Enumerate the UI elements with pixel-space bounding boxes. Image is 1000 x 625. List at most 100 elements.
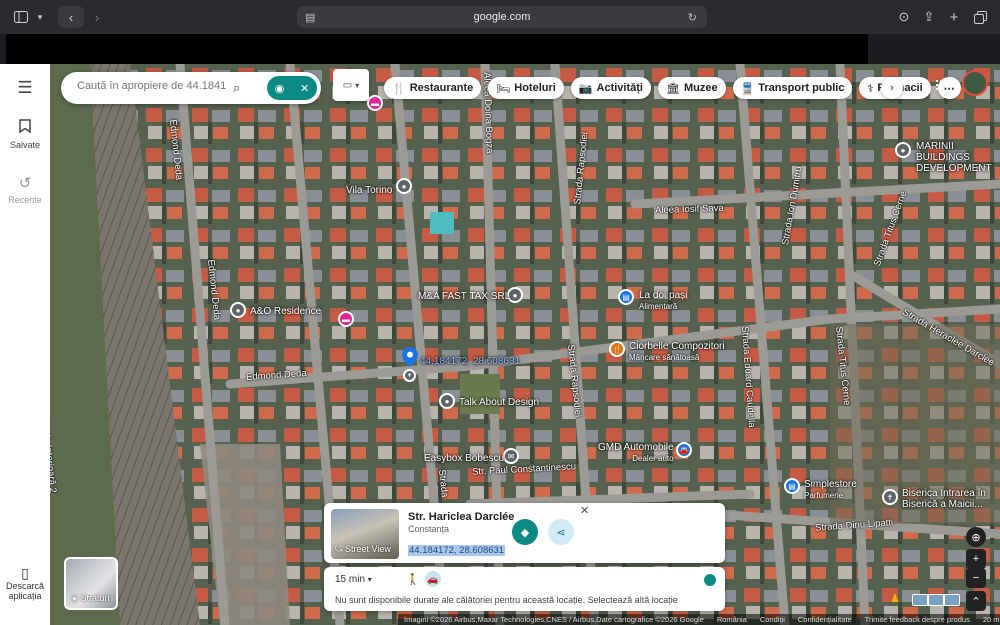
poi-pin-icon[interactable]: ● <box>396 178 412 194</box>
chips-next-button[interactable]: › <box>881 77 903 99</box>
poi-name: GMD Automobile <box>598 442 674 453</box>
map-type-selector[interactable]: ▭ ▾ <box>333 69 369 101</box>
poi-label[interactable]: Talk About Design <box>459 397 539 408</box>
directions-panel: 15 min ▾ 🚶 🚗 Nu sunt disponibile durate … <box>324 567 725 611</box>
car-icon[interactable]: 🚗 <box>425 571 441 587</box>
tabs-overview-icon[interactable] <box>971 6 989 28</box>
place-coordinates[interactable]: 44.184172, 28.608631 <box>408 545 506 556</box>
chip-museums[interactable]: 🏛 Muzee <box>657 77 726 99</box>
duration-value: 15 min <box>335 574 366 585</box>
recent-label: Recente <box>8 195 42 205</box>
download-icon[interactable]: ⊙ <box>896 6 912 28</box>
imagery-thumbnails[interactable] <box>912 594 960 606</box>
poi-label[interactable]: Vila Torino <box>346 185 392 196</box>
chip-label: Hoteluri <box>514 82 556 94</box>
saved-button[interactable]: Salvate <box>0 119 50 150</box>
poi-pin-icon[interactable]: ● <box>230 302 246 318</box>
close-card-button[interactable]: ✕ <box>580 504 589 517</box>
poi-pin-icon[interactable]: ● <box>895 142 911 158</box>
download-app-button[interactable]: ▯ Descarcă aplicația <box>0 566 50 601</box>
chip-hotels[interactable]: 🛏 Hoteluri <box>488 77 564 99</box>
location-pin-icon[interactable] <box>402 347 418 367</box>
layers-button[interactable]: ◈ Straturi <box>64 557 118 610</box>
new-tab-icon[interactable]: + <box>946 6 962 28</box>
bookmark-icon <box>0 119 50 137</box>
address-bar[interactable]: ▤ google.com ↻ <box>297 6 707 28</box>
poi-label[interactable]: La doi pași Alimentară <box>639 290 687 312</box>
reload-icon[interactable]: ↻ <box>688 11 697 24</box>
back-icon[interactable]: ‹ <box>58 6 84 28</box>
camera-icon: 📷 <box>578 82 593 95</box>
search-icon[interactable]: ⌕ <box>233 80 240 96</box>
scale-indicator[interactable]: 20 m <box>983 615 1000 624</box>
chip-activities[interactable]: 📷 Activități <box>570 77 651 99</box>
car-dealer-pin-icon[interactable]: 🚘 <box>676 442 692 458</box>
duration-select[interactable]: 15 min ▾ <box>335 574 372 585</box>
sidebar-icon[interactable] <box>12 6 30 28</box>
restaurant-pin-icon[interactable]: 🍴 <box>609 341 625 357</box>
shop-pin-icon[interactable]: ▤ <box>618 289 634 305</box>
poi-label[interactable]: GMD Automobile Dealer auto <box>598 442 674 464</box>
poi-label[interactable]: A&O Residence <box>250 306 321 317</box>
poi-name: Simplestore <box>804 479 857 490</box>
directions-button[interactable]: ◆ <box>512 519 538 545</box>
apps-grid-icon[interactable]: ⠿ <box>934 78 944 95</box>
zoom-in-button[interactable]: + <box>966 549 986 569</box>
train-icon: 🚆 <box>740 82 755 95</box>
lens-icon[interactable]: ◉ <box>275 82 285 95</box>
chip-label: Activități <box>596 82 643 94</box>
search-input[interactable] <box>77 80 227 92</box>
parcel-locker-pin-icon[interactable]: ✉ <box>503 448 519 464</box>
layers-label: ◈ Straturi <box>71 593 109 604</box>
chip-transit[interactable]: 🚆 Transport public <box>732 77 853 99</box>
chevron-up-icon: ⌃ <box>971 595 981 608</box>
plus-icon: + <box>972 553 980 565</box>
poi-name: La doi pași <box>639 290 688 301</box>
store-pin-icon[interactable]: ▤ <box>784 478 800 494</box>
poi-label[interactable]: MARINII BUILDINGS DEVELOPMENT <box>916 141 1000 174</box>
street-marker-icon[interactable]: ▼ <box>403 369 416 382</box>
place-title: Str. Hariclea Darclée <box>408 511 515 523</box>
expand-controls-button[interactable]: ⌃ <box>966 591 986 611</box>
pegman-icon[interactable]: ♟ <box>890 592 902 608</box>
chevron-down-icon[interactable]: ▾ <box>34 6 46 28</box>
category-chips: 🍴 Restaurante 🛏 Hoteluri 📷 Activități 🏛 Muze… <box>384 77 961 99</box>
url-text: google.com <box>473 11 531 23</box>
poi-pin-icon[interactable]: ● <box>439 393 455 409</box>
avatar[interactable] <box>962 70 988 96</box>
poi-label[interactable]: Biserica Intrarea în Biserică a Maicii..… <box>902 488 998 510</box>
poi-label[interactable]: M&A FAST TAX SRL <box>418 291 510 302</box>
feedback-link[interactable]: Trimite feedback despre produs <box>865 615 970 624</box>
street-view-thumbnail[interactable]: ⤿ Street View <box>331 509 399 559</box>
saved-label: Salvate <box>9 140 41 150</box>
minus-icon: − <box>972 572 980 584</box>
close-icon[interactable]: ✕ <box>300 82 309 95</box>
hotel-pin-icon[interactable]: ▬ <box>367 95 383 111</box>
hotel-pin-icon[interactable]: ▬ <box>338 311 354 327</box>
place-city: Constanța <box>408 524 450 534</box>
menu-button[interactable]: ☰ <box>0 78 50 101</box>
redacted-bar <box>6 34 868 64</box>
poi-label[interactable]: Ciorbelle Compozitori Mâncare sănătoasă <box>629 341 725 363</box>
church-pin-icon[interactable]: ✝ <box>882 489 898 505</box>
share-icon[interactable]: ⇪ <box>921 6 937 28</box>
chevron-down-icon: ▾ <box>367 575 372 584</box>
street-view-icon: ⤿ <box>335 544 343 554</box>
poi-label[interactable]: Simplestore Parfumerie <box>804 479 857 501</box>
share-icon: ⋖ <box>556 526 566 539</box>
fork-knife-icon: 🍴 <box>392 82 406 95</box>
privacy-link[interactable]: Confidențialitate <box>798 615 852 624</box>
poi-category: Mâncare sănătoasă <box>629 353 700 362</box>
poi-category: Dealer auto <box>632 454 674 463</box>
poi-label[interactable]: Easybox Bobescu <box>424 453 504 464</box>
zoom-out-button[interactable]: − <box>966 568 986 588</box>
recent-button[interactable]: ↺ Recente <box>0 174 50 205</box>
country-link[interactable]: România <box>717 615 747 624</box>
terms-link[interactable]: Condiții <box>760 615 785 624</box>
chip-restaurants[interactable]: 🍴 Restaurante <box>384 77 482 99</box>
forward-icon[interactable]: › <box>86 6 108 28</box>
toggle-switch[interactable] <box>704 574 716 586</box>
share-button[interactable]: ⋖ <box>548 519 574 545</box>
walking-icon[interactable]: 🚶 <box>406 573 420 586</box>
my-location-button[interactable]: ⊕ <box>966 527 986 547</box>
